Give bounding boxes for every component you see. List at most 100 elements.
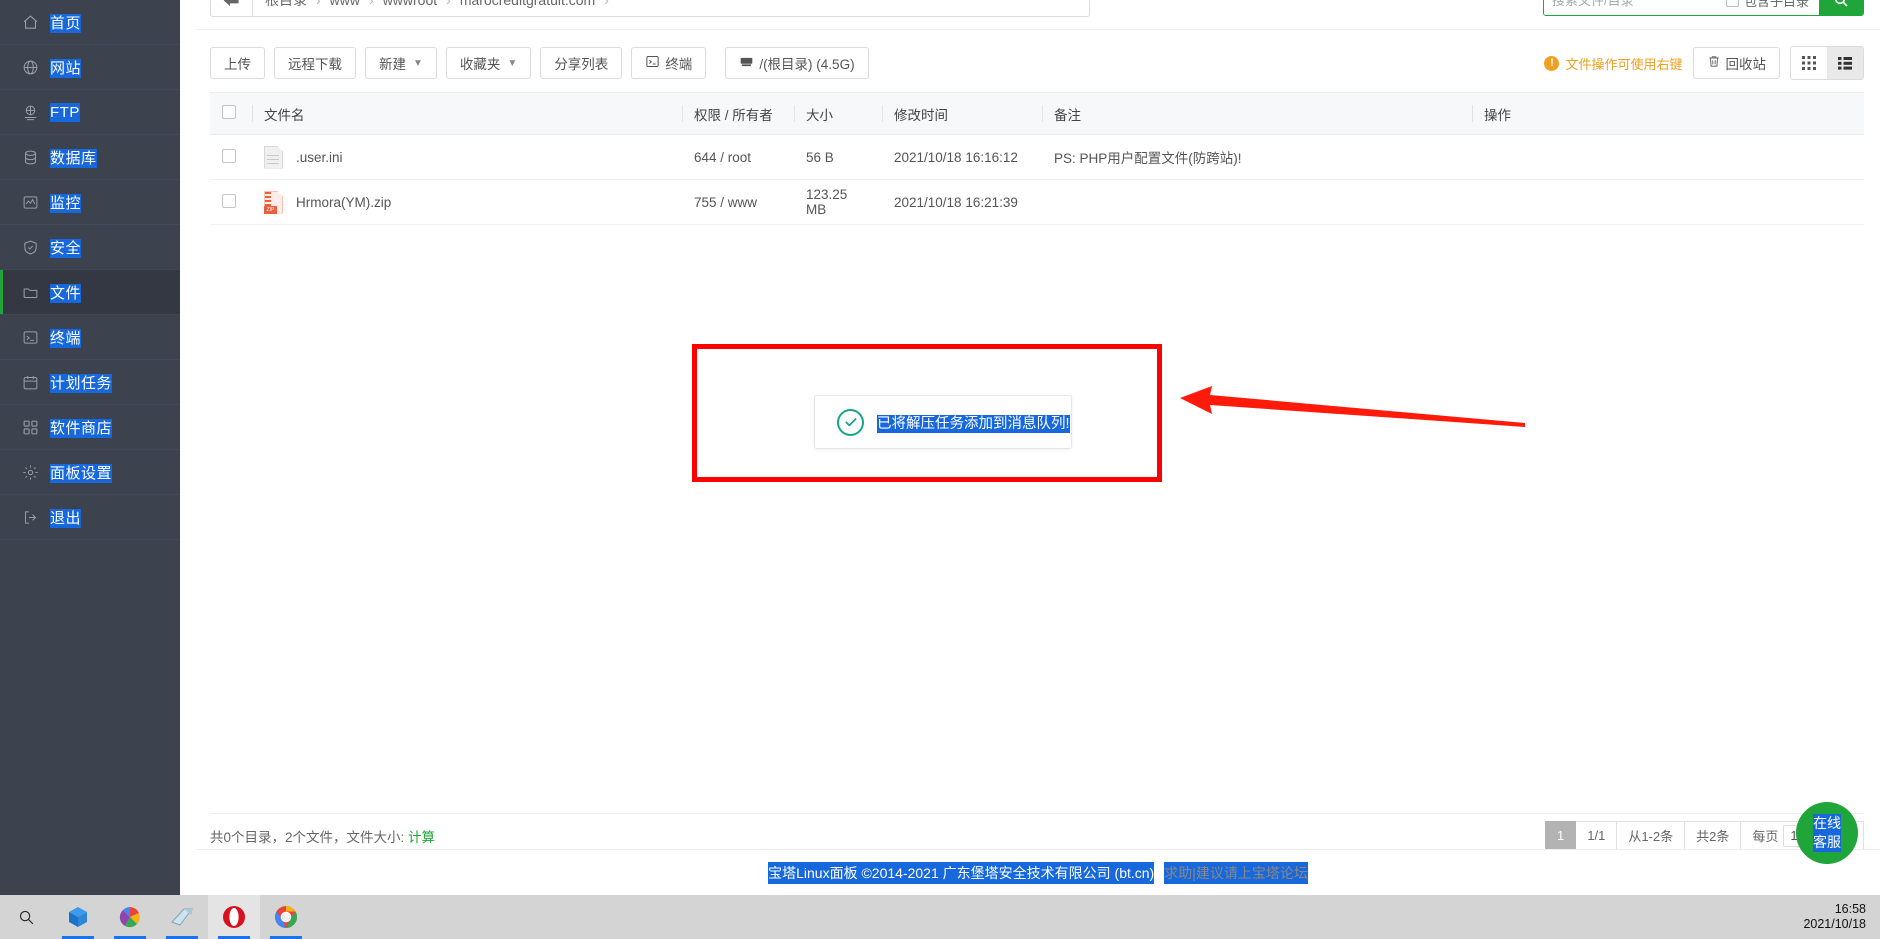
breadcrumb-item-wwwroot[interactable]: wwwroot	[383, 0, 437, 8]
search-icon[interactable]	[1819, 0, 1863, 15]
select-all-header	[210, 92, 252, 135]
back-arrow-icon[interactable]	[211, 0, 253, 16]
sidebar-item-label: 退出	[50, 508, 82, 528]
row-op-cell[interactable]	[1472, 179, 1864, 225]
apps-icon	[22, 419, 50, 436]
file-summary-text: 共0个目录，2个文件，文件大小:	[210, 829, 405, 845]
per-page-label: 每页	[1752, 829, 1779, 844]
new-button-label: 新建	[379, 57, 406, 72]
copyright-text: 宝塔Linux面板 ©2014-2021 广东堡塔安全技术有限公司 (bt.cn…	[768, 861, 1155, 884]
sidebar-item-website[interactable]: 网站	[0, 45, 180, 90]
row-name-cell[interactable]: .user.ini	[252, 134, 682, 180]
row-checkbox[interactable]	[222, 193, 236, 208]
taskbar-clock[interactable]: 16:58 2021/10/18	[1803, 902, 1866, 932]
taskbar-notepad-icon[interactable]	[156, 895, 208, 939]
include-subdir-checkbox[interactable]	[1725, 0, 1739, 7]
sidebar-item-settings[interactable]: 面板设置	[0, 450, 180, 495]
calendar-icon	[22, 374, 50, 391]
breadcrumb-item-root[interactable]: 根目录	[265, 0, 307, 10]
sidebar-item-label: 软件商店	[50, 418, 113, 438]
row-perm-cell[interactable]: 644 / root	[682, 134, 794, 180]
left-arrow-annotation	[1180, 376, 1525, 436]
right-click-hint: ! 文件操作可使用右键	[1544, 54, 1683, 73]
terminal-icon	[645, 54, 660, 72]
recycle-bin-button[interactable]: 回收站	[1692, 47, 1780, 79]
row-op-cell[interactable]	[1472, 134, 1864, 180]
sidebar-item-terminal[interactable]: 终端	[0, 315, 180, 360]
col-header-note[interactable]: 备注	[1042, 92, 1472, 135]
sidebar-item-label: 监控	[50, 193, 82, 213]
file-table: 文件名 权限 / 所有者 大小 修改时间 备注 操作 .user.ini 644…	[210, 92, 1864, 225]
row-checkbox[interactable]	[222, 148, 236, 163]
calculate-size-link[interactable]: 计算	[408, 830, 435, 845]
row-size-cell: 123.25 MB	[794, 179, 882, 225]
row-name-cell[interactable]: ZIP Hrmora(YM).zip	[252, 179, 682, 225]
col-header-operations: 操作	[1472, 92, 1864, 135]
col-header-perm[interactable]: 权限 / 所有者	[682, 92, 794, 135]
terminal-icon	[22, 329, 50, 346]
text-file-icon	[264, 145, 283, 169]
online-service-button[interactable]: 在线 客服	[1796, 802, 1858, 864]
col-header-name[interactable]: 文件名	[252, 92, 682, 135]
view-toggle	[1790, 46, 1864, 80]
file-toolbar: 上传 远程下载 新建 ▼ 收藏夹 ▼ 分享列表 终端 /(根目录) (4.5G)…	[210, 44, 1864, 82]
taskbar-time: 16:58	[1834, 902, 1866, 916]
file-summary: 共0个目录，2个文件，文件大小: 计算	[210, 826, 435, 846]
sidebar: 首页 网站 FTP 数据库 监控 安全 文件 终端 计划任务 软件商店 面板设置…	[0, 0, 180, 895]
taskbar-search-icon[interactable]	[0, 895, 52, 939]
ftp-icon	[22, 104, 50, 121]
file-table-body: .user.ini 644 / root 56 B 2021/10/18 16:…	[210, 134, 1864, 225]
sidebar-item-database[interactable]: 数据库	[0, 135, 180, 180]
new-button[interactable]: 新建 ▼	[365, 47, 437, 79]
taskbar-chrome-icon[interactable]	[260, 895, 312, 939]
col-header-mtime[interactable]: 修改时间	[882, 92, 1042, 135]
taskbar-explorer-icon[interactable]	[52, 895, 104, 939]
taskbar-opera-icon[interactable]	[208, 895, 260, 939]
sidebar-item-security[interactable]: 安全	[0, 225, 180, 270]
sidebar-item-label: 面板设置	[50, 463, 113, 483]
sidebar-item-monitor[interactable]: 监控	[0, 180, 180, 225]
terminal-button[interactable]: 终端	[631, 47, 707, 79]
row-perm-cell[interactable]: 755 / www	[682, 179, 794, 225]
remote-download-button[interactable]: 远程下载	[274, 47, 356, 79]
terminal-button-label: 终端	[665, 57, 693, 72]
sidebar-item-ftp[interactable]: FTP	[0, 90, 180, 135]
row-note-cell[interactable]	[1042, 179, 1472, 225]
file-name-label: .user.ini	[296, 149, 343, 165]
search-input[interactable]	[1543, 0, 1722, 15]
gear-icon	[22, 464, 50, 481]
remote-download-label: 远程下载	[288, 57, 342, 72]
sidebar-item-crontab[interactable]: 计划任务	[0, 360, 180, 405]
include-subdir-option[interactable]: 包含子目录	[1722, 0, 1819, 10]
check-circle-icon	[837, 408, 864, 436]
col-header-size[interactable]: 大小	[794, 92, 882, 135]
taskbar-photos-icon[interactable]	[104, 895, 156, 939]
upload-button[interactable]: 上传	[210, 47, 265, 79]
forum-link[interactable]: 求助|建议请上宝塔论坛	[1164, 861, 1308, 884]
chevron-down-icon: ▼	[507, 57, 518, 69]
sidebar-item-home[interactable]: 首页	[0, 0, 180, 45]
row-mtime-cell: 2021/10/18 16:16:12	[882, 134, 1042, 180]
favorites-button[interactable]: 收藏夹 ▼	[445, 47, 532, 79]
table-row[interactable]: ZIP Hrmora(YM).zip 755 / www 123.25 MB 2…	[210, 179, 1864, 225]
share-list-button[interactable]: 分享列表	[540, 47, 623, 79]
toolbar-right-group: ! 文件操作可使用右键 回收站	[1544, 46, 1864, 80]
grid-view-icon[interactable]	[1791, 47, 1827, 79]
sidebar-item-logout[interactable]: 退出	[0, 495, 180, 540]
upload-button-label: 上传	[224, 57, 251, 72]
row-note-cell[interactable]: PS: PHP用户配置文件(防跨站)!	[1042, 134, 1472, 180]
search-area: 包含子目录	[1542, 0, 1864, 22]
table-row[interactable]: .user.ini 644 / root 56 B 2021/10/18 16:…	[210, 134, 1864, 180]
disk-selector-button[interactable]: /(根目录) (4.5G)	[725, 47, 869, 79]
row-select-cell	[210, 134, 252, 180]
select-all-checkbox[interactable]	[222, 105, 236, 119]
sidebar-item-files[interactable]: 文件	[0, 270, 180, 315]
list-view-icon[interactable]	[1827, 47, 1863, 79]
breadcrumb-item-site[interactable]: marocreditgratuit.com	[460, 0, 595, 8]
sidebar-item-appstore[interactable]: 软件商店	[0, 405, 180, 450]
pagination-page-1[interactable]: 1	[1545, 820, 1577, 851]
toast-message: 已将解压任务添加到消息队列!	[877, 414, 1070, 433]
info-icon: !	[1544, 55, 1560, 71]
breadcrumb-item-www[interactable]: www	[330, 0, 360, 8]
file-name-label: Hrmora(YM).zip	[296, 194, 392, 210]
